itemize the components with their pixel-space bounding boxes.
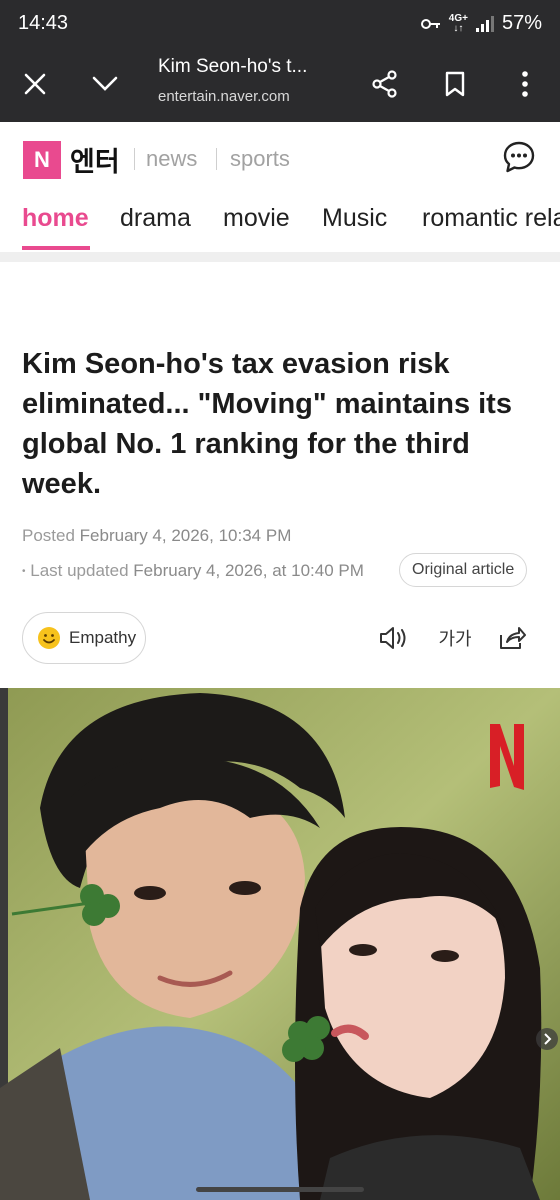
font-size-label: 가가 — [438, 629, 472, 650]
gesture-bar[interactable] — [196, 1187, 364, 1192]
header-link-news[interactable]: news — [146, 146, 197, 172]
browser-chrome: 14:43 4G+ ↓↑ 57% Kim Seon-ho's t... enter… — [0, 0, 560, 122]
share-out-icon — [500, 627, 526, 649]
page-tab-title[interactable]: Kim Seon-ho's t... — [158, 56, 307, 78]
updated-label: Last updated — [30, 561, 129, 580]
share-button[interactable] — [363, 62, 407, 106]
photo-illustration — [0, 688, 560, 1200]
article-photo[interactable] — [0, 688, 560, 1200]
more-options-button[interactable] — [503, 62, 547, 106]
page-url[interactable]: entertain.naver.com — [158, 88, 290, 105]
close-icon — [24, 73, 46, 95]
naver-logo[interactable]: N — [23, 141, 61, 179]
next-image-button[interactable] — [536, 1028, 558, 1050]
tab-home[interactable]: home — [22, 204, 89, 233]
text-to-speech-button[interactable] — [377, 622, 409, 654]
tab-romantic-relationship[interactable]: romantic rela — [422, 204, 560, 233]
empathy-button[interactable]: Empathy — [22, 612, 146, 664]
status-time: 14:43 — [18, 12, 69, 34]
battery-percent: 57% — [501, 12, 542, 34]
header-divider — [134, 148, 135, 170]
site-header: N 엔터 news sports — [0, 122, 560, 198]
chevron-down-icon — [92, 76, 118, 91]
tab-drama[interactable]: drama — [120, 204, 191, 233]
empathy-label: Empathy — [69, 628, 137, 647]
chat-icon[interactable] — [502, 140, 536, 174]
header-link-sports[interactable]: sports — [230, 146, 290, 172]
smiley-icon — [38, 627, 60, 649]
signal-icon — [475, 15, 494, 32]
article-headline: Kim Seon-ho's tax evasion risk eliminate… — [22, 348, 512, 500]
vpn-key-icon — [420, 18, 440, 29]
header-divider — [216, 148, 217, 170]
updated-value: February 4, 2026, at 10:40 PM — [133, 561, 364, 580]
updated-date: • Last updated February 4, 2026, at 10:4… — [22, 561, 364, 581]
tab-music[interactable]: Music — [322, 204, 387, 233]
more-vert-icon — [522, 71, 528, 97]
speaker-icon — [380, 627, 406, 649]
network-type: 4G+ ↓↑ — [448, 12, 468, 34]
active-tab-indicator — [22, 246, 90, 250]
font-size-button[interactable]: 가가 — [436, 622, 474, 654]
bullet-dot: • — [22, 566, 26, 578]
share-article-button[interactable] — [496, 622, 528, 654]
tab-movie[interactable]: movie — [223, 204, 290, 233]
status-right: 4G+ ↓↑ 57% — [420, 12, 542, 35]
collapse-button[interactable] — [83, 62, 127, 106]
share-icon — [372, 70, 397, 98]
browser-toolbar: Kim Seon-ho's t... entertain.naver.com — [0, 48, 560, 122]
category-tabs: home drama movie Music romantic rela — [0, 198, 560, 252]
section-divider — [0, 252, 560, 262]
section-logo-text[interactable]: 엔터 — [70, 140, 120, 179]
posted-label: Posted — [22, 526, 75, 545]
posted-date: Posted February 4, 2026, 10:34 PM — [22, 526, 291, 546]
status-bar: 14:43 4G+ ↓↑ 57% — [0, 0, 560, 48]
bookmark-button[interactable] — [433, 62, 477, 106]
chevron-right-icon — [544, 1033, 552, 1045]
close-button[interactable] — [13, 62, 57, 106]
original-article-button[interactable]: Original article — [399, 553, 528, 587]
posted-value: February 4, 2026, 10:34 PM — [79, 526, 292, 545]
bookmark-icon — [445, 71, 465, 97]
